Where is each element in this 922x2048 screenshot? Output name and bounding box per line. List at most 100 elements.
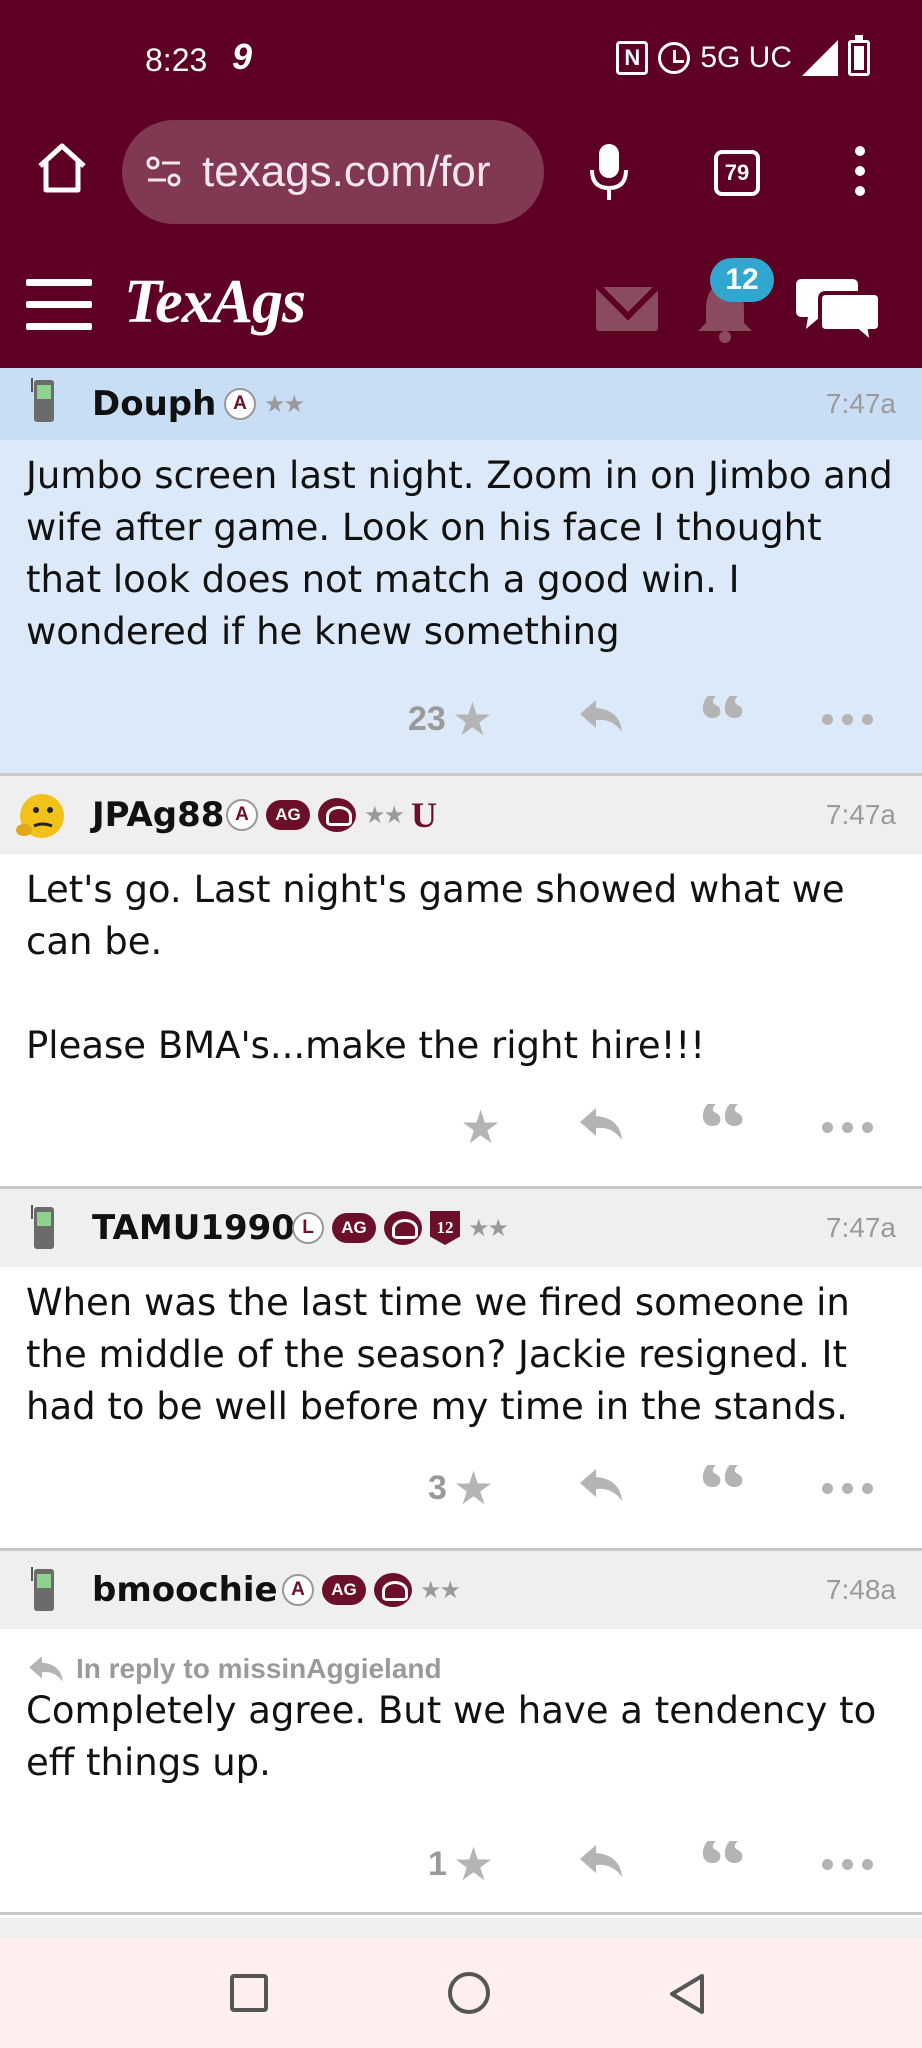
star-icon: ★ [451, 692, 494, 746]
alarm-icon [658, 42, 691, 74]
badge-u-icon: U [411, 795, 438, 835]
reply-to-label[interactable]: In reply to missinAggieland [76, 1653, 442, 1685]
system-nav-bar [0, 1938, 922, 2048]
badge-ag-icon: AG [266, 800, 310, 830]
more-icon [822, 1122, 873, 1133]
quote-button[interactable]: “ [698, 696, 748, 742]
signal-icon [802, 40, 838, 76]
like-count: 23 [408, 699, 446, 738]
post-actions: 23 ★ “ [0, 668, 922, 768]
post-body: When was the last time we fired someone … [0, 1267, 922, 1433]
post-username[interactable]: JPAg88 [92, 795, 224, 835]
post-item: TAMU1990 L AG 12 ★★ 7:47a When was the l… [0, 1189, 922, 1551]
home-icon[interactable] [36, 140, 88, 196]
quote-button[interactable]: “ [698, 1104, 748, 1150]
post-username[interactable]: TAMU1990 [92, 1208, 295, 1248]
post-header: bmoochie A AG ★★ 7:48a [0, 1551, 922, 1629]
post-username[interactable]: bmoochie [92, 1570, 278, 1610]
like-count: 3 [428, 1468, 447, 1507]
notification-count-badge[interactable]: 12 [710, 258, 774, 302]
more-icon [822, 1859, 873, 1870]
post-text: When was the last time we fired someone … [26, 1281, 850, 1428]
star-icon: ★ [460, 1100, 502, 1154]
like-button[interactable]: 1 ★ [428, 1841, 494, 1887]
quote-button[interactable]: “ [698, 1841, 748, 1887]
emoji-avatar-icon [16, 794, 64, 838]
like-button[interactable]: 3 ★ [428, 1465, 494, 1511]
like-button[interactable]: 23 ★ [408, 696, 493, 742]
carrier-icon: 9 [232, 36, 253, 77]
mic-icon[interactable] [588, 142, 630, 204]
reply-button[interactable] [578, 696, 624, 736]
battery-charging-icon [848, 35, 870, 76]
post-header: TAMU1990 L AG 12 ★★ 7:47a [0, 1189, 922, 1267]
post-body: Completely agree. But we have a tendency… [0, 1685, 922, 1789]
like-button[interactable]: ★ [460, 1104, 501, 1150]
badge-l-icon: L [292, 1212, 324, 1244]
post-time: 7:48a [825, 1574, 896, 1605]
recents-icon[interactable] [230, 1974, 268, 2012]
quote-button[interactable]: “ [698, 1465, 748, 1511]
post-actions: 3 ★ “ [0, 1437, 922, 1537]
post-username[interactable]: Douph [92, 384, 216, 424]
hamburger-icon[interactable] [26, 279, 92, 331]
post-text: Let's go. Last night's game showed what … [26, 868, 845, 963]
nfc-icon: N [616, 41, 649, 75]
post-time: 7:47a [825, 799, 896, 830]
more-icon [822, 1483, 873, 1494]
user-badges: A ★★ [224, 388, 305, 420]
post-header: Douph A ★★ 7:47a [0, 368, 922, 440]
reply-icon [580, 700, 622, 732]
badge-a-icon: A [282, 1574, 314, 1606]
more-icon [822, 714, 873, 725]
more-button[interactable] [822, 714, 873, 725]
helmet-badge-icon [318, 798, 356, 832]
network-label: 5G UC [700, 41, 792, 74]
reply-to-link[interactable]: In reply to missinAggieland [0, 1629, 922, 1685]
more-button[interactable] [822, 1122, 873, 1133]
site-logo[interactable]: TexAgs [124, 267, 306, 338]
tabs-icon[interactable]: 79 [714, 150, 760, 196]
home-nav-icon[interactable] [448, 1972, 490, 2014]
next-post-peek [0, 1918, 922, 1938]
chat-icon[interactable] [796, 273, 882, 349]
status-time: 8:23 [145, 42, 208, 78]
rating-stars: ★★ [420, 1576, 461, 1604]
phone-avatar-icon [31, 1567, 54, 1611]
status-bar: 8:23 9 N 5G UC [0, 0, 922, 120]
reply-button[interactable] [578, 1104, 624, 1144]
helmet-badge-icon [384, 1211, 422, 1245]
post-actions: ★ “ [0, 1076, 922, 1176]
quote-icon: “ [698, 1104, 748, 1150]
back-icon[interactable] [666, 1972, 708, 2016]
reply-button[interactable] [578, 1841, 624, 1881]
rating-stars: ★★ [468, 1214, 509, 1242]
reply-icon [580, 1845, 622, 1877]
quote-icon: “ [698, 696, 748, 742]
like-count: 1 [428, 1844, 447, 1883]
site-header: TexAgs [0, 255, 922, 368]
badge-a-icon: A [224, 388, 256, 420]
mail-icon[interactable] [596, 287, 658, 331]
helmet-badge-icon [374, 1573, 412, 1607]
more-button[interactable] [822, 1483, 873, 1494]
post-text: Completely agree. But we have a tendency… [26, 1689, 877, 1784]
badge-12-icon: 12 [430, 1211, 460, 1245]
reply-button[interactable] [578, 1465, 624, 1505]
reply-icon [580, 1469, 622, 1501]
more-button[interactable] [822, 1859, 873, 1870]
post-text: Jumbo screen last night. Zoom in on Jimb… [26, 454, 893, 653]
reply-icon [29, 1656, 63, 1682]
site-info-icon[interactable] [144, 152, 184, 192]
post-time: 7:47a [825, 1212, 896, 1243]
phone-avatar-icon [31, 378, 54, 422]
rating-stars: ★★ [264, 390, 305, 418]
post-time: 7:47a [825, 388, 896, 419]
url-bar[interactable]: texags.com/for [122, 120, 544, 224]
post-text: Please BMA's...make the right hire!!! [26, 1024, 706, 1067]
status-icons: N 5G UC [616, 35, 870, 76]
user-badges: A AG ★★ [282, 1573, 461, 1607]
rating-stars: ★★ [364, 801, 405, 829]
url-text[interactable]: texags.com/for [202, 147, 491, 197]
menu-icon[interactable] [850, 146, 870, 202]
